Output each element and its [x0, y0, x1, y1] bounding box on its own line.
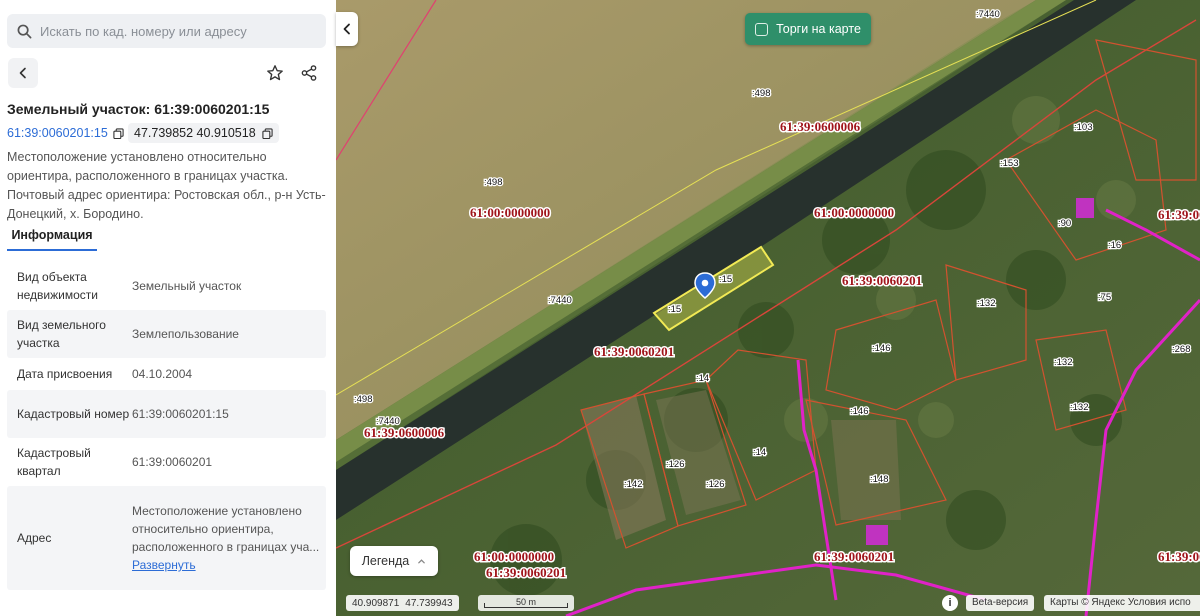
quarter-label: 61:39:0060201 — [814, 549, 894, 564]
parcel-label: :498 — [354, 394, 373, 405]
parcel-label: :126 — [706, 479, 725, 490]
quarter-label: 61:39:0600006 — [780, 119, 861, 134]
info-value: 61:39:0060201:15 — [132, 407, 229, 421]
info-value-wrap: Местоположение установлено относительно … — [132, 502, 326, 574]
quarter-label: 61:39:0060201 — [1158, 549, 1200, 564]
info-key: Адрес — [17, 531, 52, 545]
map-view[interactable]: 61:39:0600006 61:00:0000000 61:00:000000… — [336, 0, 1200, 616]
map-footer: 40.909871 47.739943 50 m i Beta-версия К… — [336, 594, 1200, 616]
quarter-label: 61:00:0000000 — [470, 205, 550, 220]
parcel-label: :268 — [1172, 344, 1191, 355]
scale-bar: 50 m — [478, 595, 574, 611]
parcel-label: :132 — [977, 298, 996, 309]
parcel-label: :146 — [850, 406, 869, 417]
parcel-label: :90 — [1058, 218, 1071, 229]
cursor-coordinates: 40.909871 47.739943 — [346, 595, 459, 611]
chevron-left-icon — [19, 67, 26, 79]
parcel-label: :146 — [872, 343, 891, 354]
expand-link[interactable]: Развернуть — [132, 556, 326, 574]
back-button[interactable] — [8, 58, 38, 88]
parcel-label: :14 — [696, 373, 709, 384]
chevron-up-icon — [418, 558, 426, 563]
copy-icon[interactable] — [113, 127, 124, 139]
parcel-label: :132 — [1054, 357, 1073, 368]
chevron-left-icon — [343, 23, 350, 35]
star-icon — [267, 65, 283, 81]
quarter-label: 61:39:0060201 — [842, 273, 922, 288]
info-row-date: Дата присвоения 04.10.2004 — [7, 358, 326, 390]
info-key: Кадастровый квартал — [17, 446, 91, 478]
beta-badge: Beta-версия — [966, 595, 1035, 611]
auctions-on-map-label: Торги на карте — [776, 22, 861, 36]
search-bar[interactable] — [7, 14, 326, 48]
info-value: Землепользование — [132, 327, 239, 341]
info-key: Вид земельного участка — [17, 318, 106, 350]
search-input[interactable] — [40, 23, 300, 39]
parcel-label: :14 — [753, 447, 766, 458]
parcel-label: :142 — [624, 479, 643, 490]
quarter-label: 61:39:0060201 — [594, 344, 674, 359]
info-row-cadastral-number: Кадастровый номер 61:39:0060201:15 — [7, 390, 326, 438]
info-table: Вид объекта недвижимости Земельный участ… — [7, 262, 326, 590]
quarter-label: 61:00:0000000 — [474, 549, 554, 564]
info-value: 61:39:0060201 — [132, 455, 213, 469]
parcel-label: :498 — [484, 177, 503, 188]
info-key: Кадастровый номер — [17, 407, 130, 421]
info-row-address: Адрес Местоположение установлено относит… — [7, 486, 326, 590]
object-title: Земельный участок: 61:39:0060201:15 — [7, 101, 270, 117]
quarter-label: 61:39:0060201 — [1158, 207, 1200, 222]
share-button[interactable] — [294, 58, 324, 88]
parcel-label: :15 — [719, 274, 732, 285]
parcel-label: :7440 — [976, 9, 1000, 20]
parcel-label: :132 — [1070, 402, 1089, 413]
info-icon[interactable]: i — [942, 595, 958, 611]
info-row-object-type: Вид объекта недвижимости Земельный участ… — [7, 262, 326, 310]
collapse-panel-button[interactable] — [336, 12, 358, 46]
info-value: 04.10.2004 — [132, 367, 193, 381]
parcel-label: :7440 — [548, 295, 572, 306]
search-icon — [17, 24, 32, 38]
info-value: Земельный участок — [132, 279, 242, 293]
parcel-label: :7440 — [376, 416, 400, 427]
parcel-label: :75 — [1098, 292, 1111, 303]
parcel-label: :126 — [666, 459, 685, 470]
coordinates-text: 47.739852 40.910518 — [134, 126, 256, 140]
parcel-label: :498 — [752, 88, 771, 99]
parcel-label: :103 — [1074, 122, 1093, 133]
quarter-label: 61:39:0060201 — [486, 565, 566, 580]
parcel-label: :15 — [668, 304, 681, 315]
info-key: Дата присвоения — [17, 367, 113, 381]
cursor-lat: 47.739943 — [405, 597, 453, 609]
favorite-button[interactable] — [260, 58, 290, 88]
info-row-land-type: Вид земельного участка Землепользование — [7, 310, 326, 358]
legend-button[interactable]: Легенда — [350, 546, 438, 576]
cursor-lon: 40.909871 — [352, 597, 400, 609]
auctions-on-map-toggle[interactable]: Торги на карте — [745, 13, 871, 45]
cadastral-number-link[interactable]: 61:39:0060201:15 — [7, 126, 124, 140]
copy-icon[interactable] — [262, 127, 273, 139]
coordinates-chip[interactable]: 47.739852 40.910518 — [128, 123, 279, 143]
parcel-label: :16 — [1108, 240, 1121, 251]
info-panel: Земельный участок: 61:39:0060201:15 61:3… — [0, 0, 336, 616]
quarter-label: 61:39:0600006 — [364, 425, 445, 440]
legend-label: Легенда — [361, 554, 410, 568]
object-description: Местоположение установлено относительно … — [7, 150, 326, 221]
share-icon — [301, 65, 317, 81]
info-key: Вид объекта недвижимости — [17, 270, 98, 302]
cadastral-number-text[interactable]: 61:39:0060201:15 — [7, 126, 108, 140]
info-value: Местоположение установлено относительно … — [132, 504, 320, 554]
checkbox-icon[interactable] — [755, 22, 769, 36]
map-attribution[interactable]: Карты © Яндекс Условия испо — [1044, 595, 1200, 611]
tab-information[interactable]: Информация — [7, 225, 97, 251]
parcel-label: :148 — [870, 474, 889, 485]
info-row-cadastral-quarter: Кадастровый квартал 61:39:0060201 — [7, 438, 326, 486]
parcel-label: :153 — [1000, 158, 1019, 169]
satellite-map[interactable]: 61:39:0600006 61:00:0000000 61:00:000000… — [336, 0, 1200, 616]
quarter-label: 61:00:0000000 — [814, 205, 894, 220]
